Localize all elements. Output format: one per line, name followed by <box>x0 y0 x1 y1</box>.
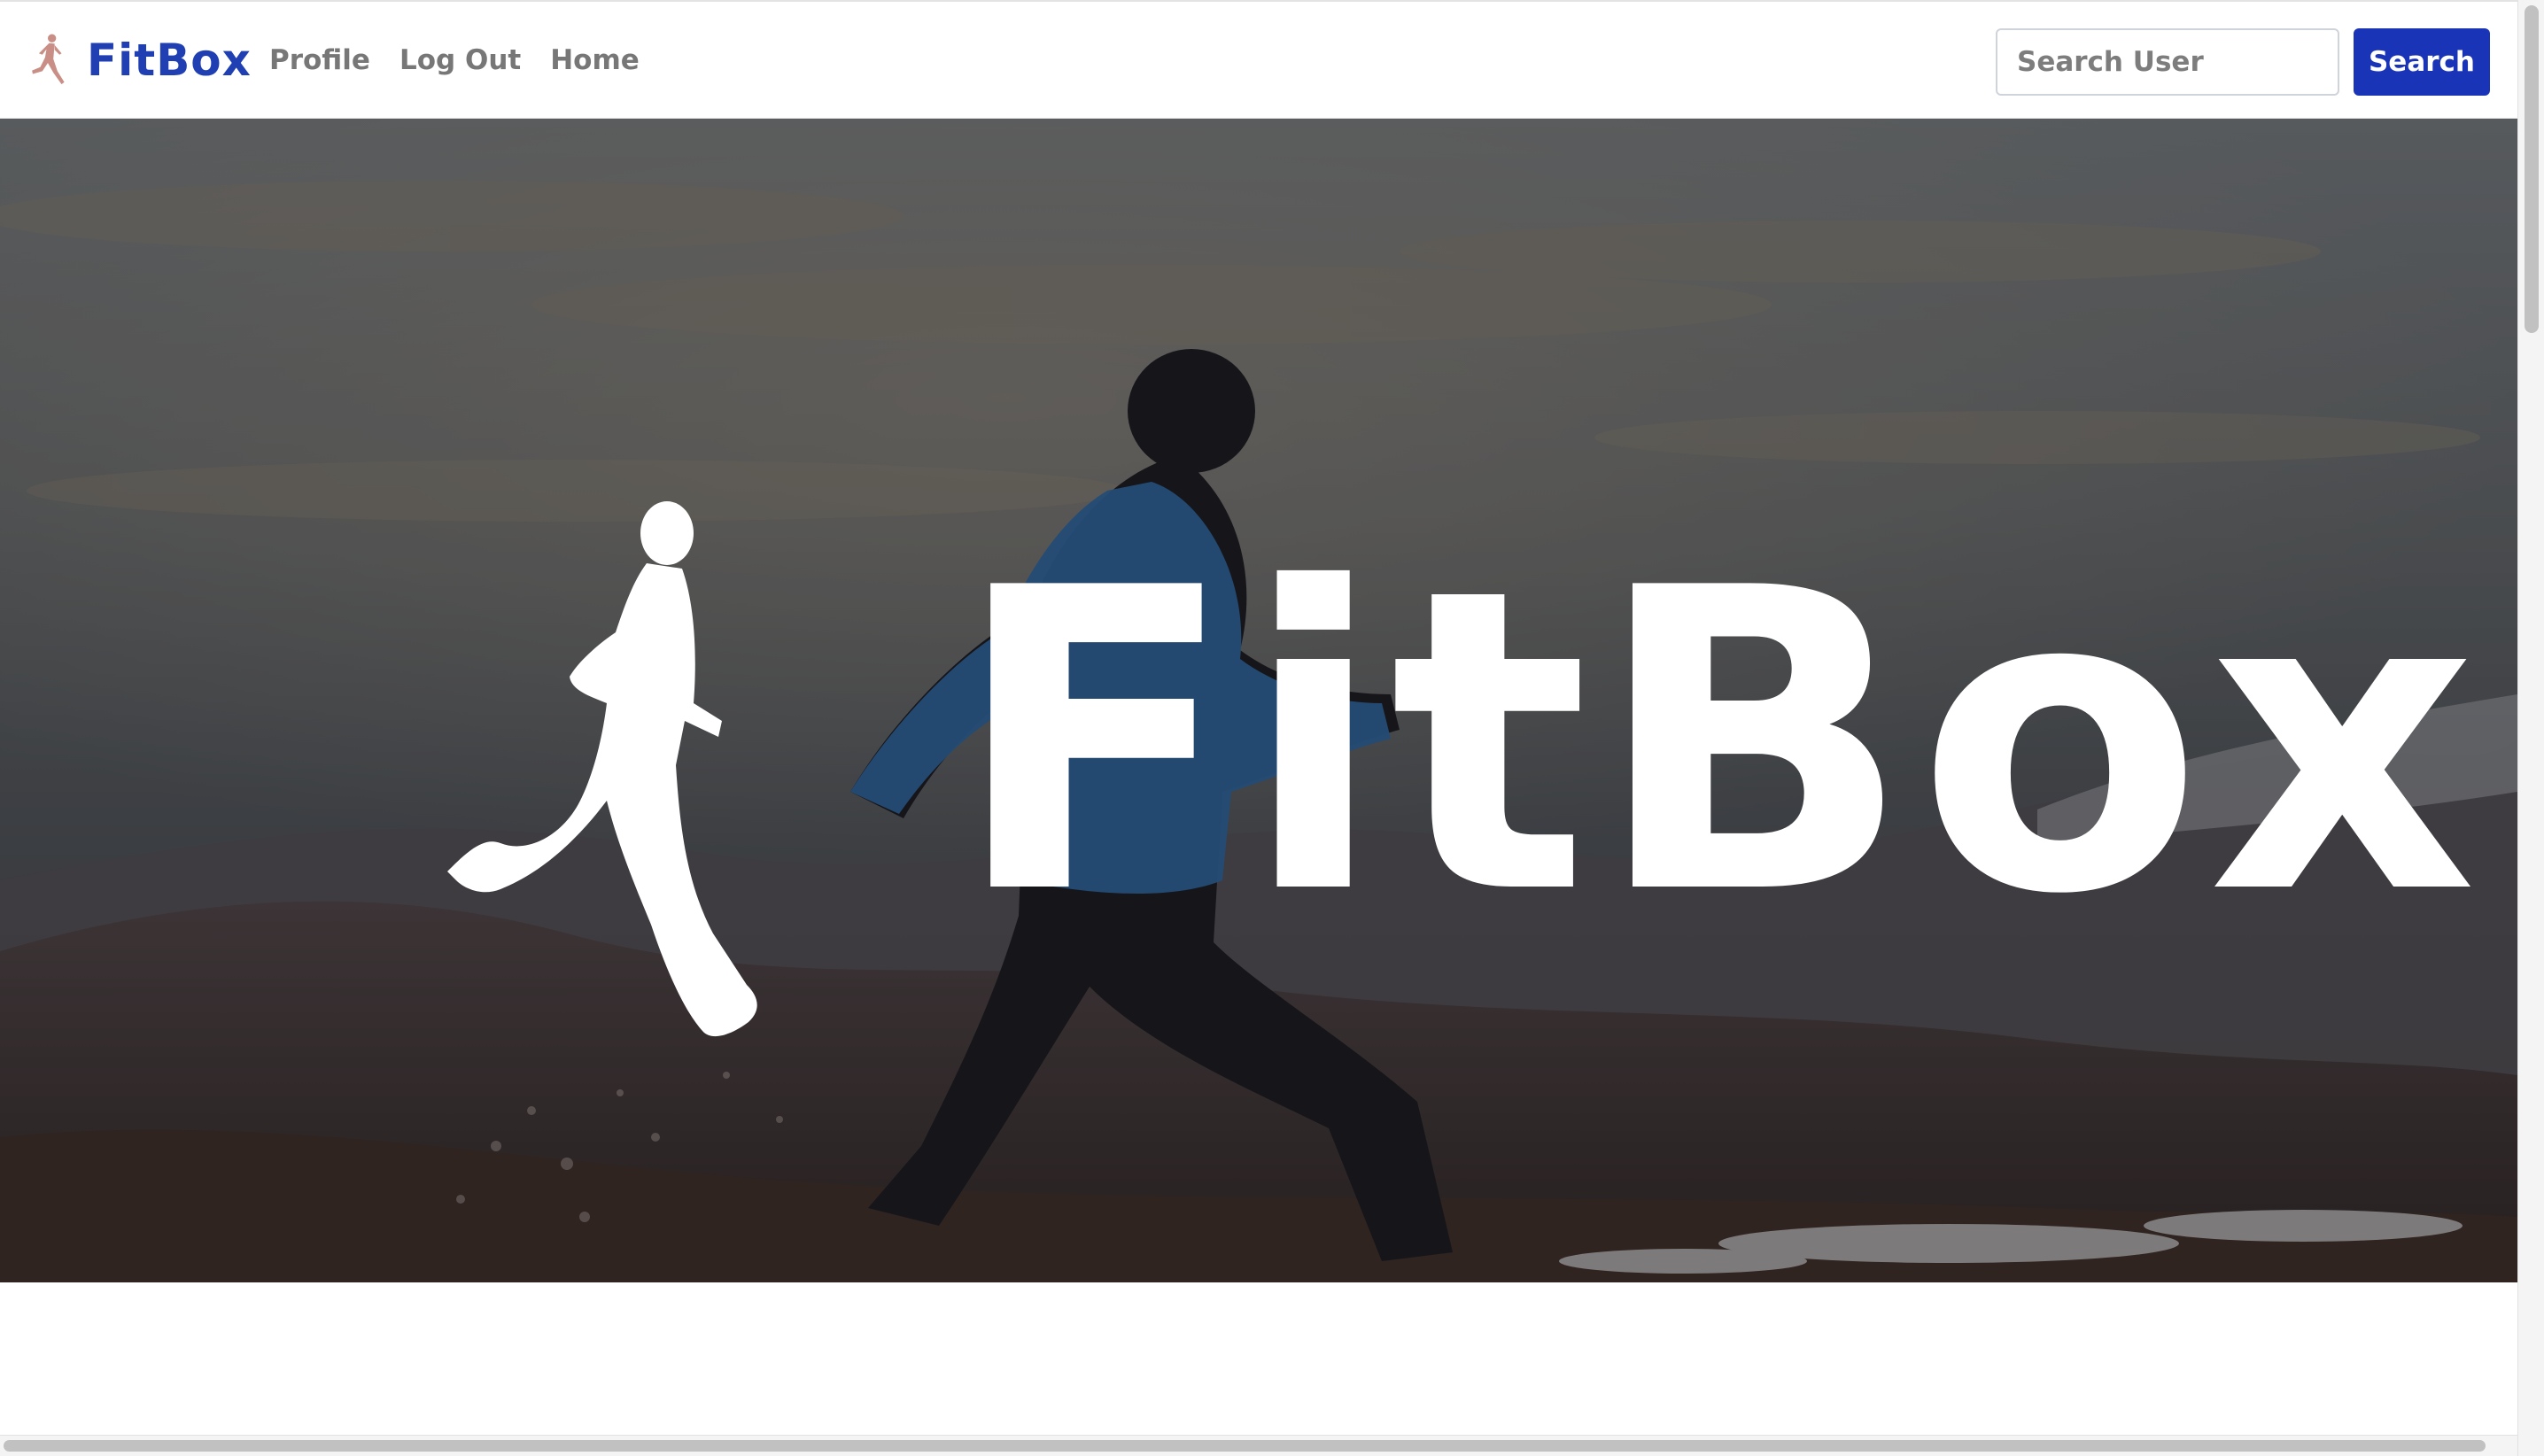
runner-icon <box>32 34 65 85</box>
hero-banner: FitBox <box>0 119 2517 1282</box>
horizontal-scrollbar[interactable] <box>0 1435 2517 1456</box>
hero-logo: FitBox <box>447 500 2477 1066</box>
nav-link-profile[interactable]: Profile <box>269 44 370 76</box>
horizontal-scrollbar-thumb[interactable] <box>4 1440 2486 1452</box>
brand-name: FitBox <box>87 35 252 86</box>
hero-title: FitBox <box>952 500 2483 985</box>
browser-viewport: FitBox Profile Log Out Home Search User … <box>0 0 2517 1435</box>
vertical-scrollbar[interactable] <box>2517 0 2544 1456</box>
search-button[interactable]: Search <box>2354 28 2490 96</box>
search-user-input[interactable] <box>1996 28 2339 96</box>
nav-links: Profile Log Out Home <box>269 35 669 85</box>
navbar: FitBox Profile Log Out Home Search <box>0 0 2517 119</box>
runner-silhouette-icon <box>447 501 757 1037</box>
vertical-scrollbar-thumb[interactable] <box>2525 5 2539 333</box>
brand-link[interactable]: FitBox <box>27 28 252 92</box>
nav-link-log-out[interactable]: Log Out <box>399 44 521 76</box>
nav-link-home[interactable]: Home <box>550 44 640 76</box>
